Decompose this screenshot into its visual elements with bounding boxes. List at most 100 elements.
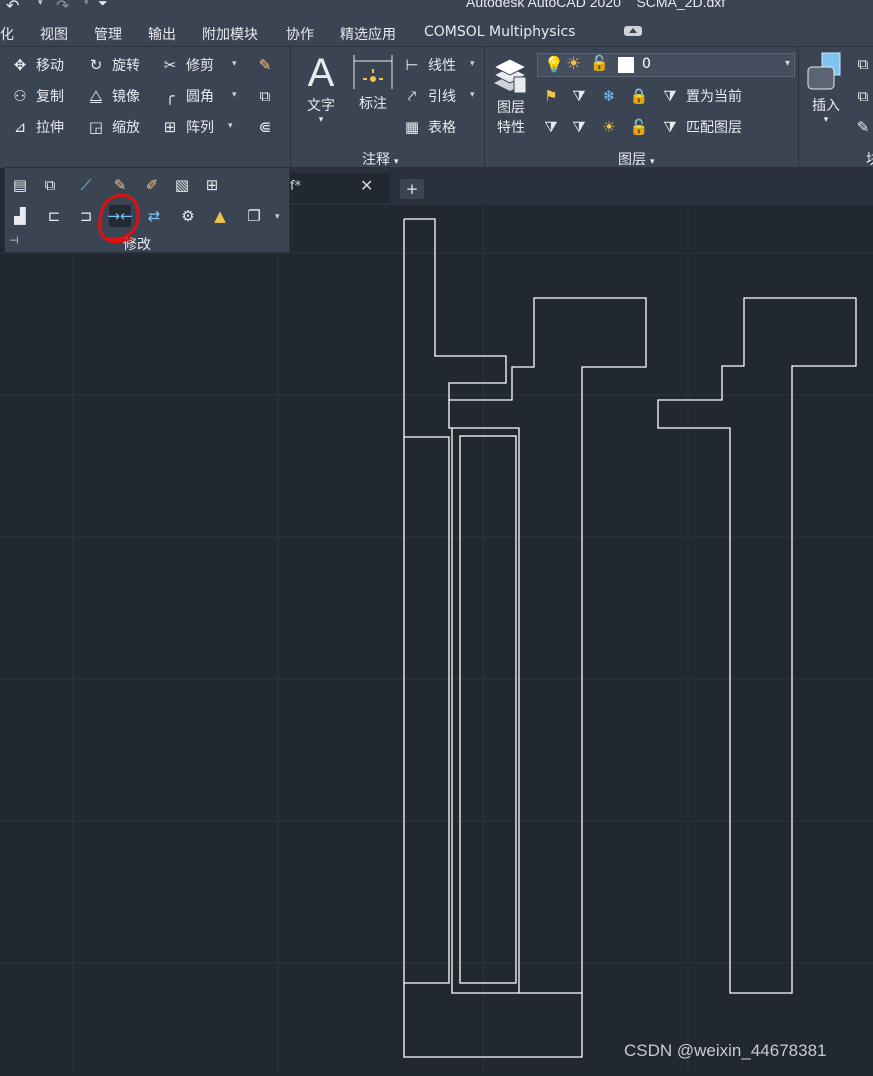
tab-comsol[interactable]: COMSOL Multiphysics (424, 24, 575, 40)
tab-view[interactable]: 视图 (40, 24, 68, 44)
layer-merge-icon[interactable]: ⧩ (568, 116, 590, 138)
move-button[interactable]: ✥ 移动 (10, 53, 64, 77)
panel-separator (798, 47, 799, 168)
scale-label: 缩放 (112, 120, 140, 136)
set-current-button[interactable]: ⧩ 置为当前 (660, 84, 742, 108)
panel-separator (484, 47, 485, 168)
stretch-label: 拉伸 (36, 120, 64, 136)
trim-dropdown-icon[interactable]: ▾ (232, 59, 237, 69)
redo-dropdown-icon[interactable]: ▾ (84, 0, 89, 8)
layers-panel-title[interactable]: 图层 ▾ (618, 149, 655, 169)
copy-label: 复制 (36, 89, 64, 105)
offset-icon[interactable]: ⋐ (254, 116, 276, 138)
layer-walk-icon[interactable]: ⧩ (540, 116, 562, 138)
edit-block-icon[interactable]: ⧉ (852, 85, 873, 107)
insert-button[interactable]: 插入 ▾ (804, 51, 848, 125)
undo-dropdown-icon[interactable]: ▾ (38, 0, 43, 8)
hatch-edit-icon[interactable]: ▧ (171, 174, 193, 196)
mirror-button[interactable]: ⧋ 镜像 (86, 84, 140, 108)
inner-slot (459, 435, 517, 984)
current-layer-name: 0 (642, 56, 651, 72)
ribbon-minimize-icon[interactable] (624, 26, 642, 36)
title-bar: ↶ ▾ ↷ ▾ ⏷ Autodesk AutoCAD 2020 SCMA_2D.… (0, 0, 873, 18)
layer-unlock-all-icon[interactable]: 🔓 (628, 116, 650, 138)
fillet-dropdown-icon[interactable]: ▾ (232, 90, 237, 100)
drawing-canvas[interactable] (0, 205, 873, 1072)
match-layer-button[interactable]: ⧩ 匹配图层 (660, 115, 742, 139)
document-tab[interactable]: f* ✕ (290, 173, 390, 203)
tab-output[interactable]: 输出 (148, 24, 176, 44)
scale-button[interactable]: ◲ 缩放 (86, 115, 140, 139)
edit-polyline-icon[interactable]: ⧉ (39, 174, 61, 196)
tab-addins[interactable]: 附加模块 (202, 24, 258, 44)
layer-off-icon[interactable]: ⚑ (540, 85, 562, 107)
layer-thaw-icon[interactable]: ☀ (566, 54, 581, 74)
set-current-icon: ⧩ (663, 87, 677, 105)
tab-featured-apps[interactable]: 精选应用 (340, 24, 396, 44)
annotation-expand-icon: ▾ (394, 157, 399, 167)
table-button[interactable]: ▦ 表格 (402, 115, 456, 139)
stretch-button[interactable]: ⊿ 拉伸 (10, 115, 64, 139)
layer-thaw-all-icon[interactable]: ☀ (598, 116, 620, 138)
text-dropdown-icon[interactable]: ▾ (300, 115, 342, 125)
break-at-point-icon[interactable]: ⊏ (43, 205, 65, 227)
text-button[interactable]: A 文字 ▾ (300, 51, 342, 125)
draw-order-icon[interactable]: ▟ (9, 205, 31, 227)
edit-hatch-icon[interactable]: ▤ (9, 174, 31, 196)
layer-lock-icon[interactable]: 🔒 (628, 85, 650, 107)
copy-button[interactable]: ⚇ 复制 (10, 84, 64, 108)
close-icon[interactable]: ✕ (360, 176, 373, 195)
reverse-icon[interactable]: ⇄ (143, 205, 165, 227)
scale-icon: ◲ (88, 118, 104, 136)
bring-to-front-icon[interactable]: ❐ (243, 205, 265, 227)
erase-icon[interactable]: ✎ (254, 54, 276, 76)
left-column-outline (404, 436, 450, 984)
layer-freeze-icon[interactable]: ❄ (598, 85, 620, 107)
pin-icon[interactable]: ⊣ (9, 234, 19, 247)
edit-array-icon[interactable]: ⊞ (201, 174, 223, 196)
redo-icon[interactable]: ↷ (56, 0, 69, 15)
app-title: Autodesk AutoCAD 2020 SCMA_2D.dxf (466, 0, 726, 10)
overkill-icon[interactable]: ▲ (209, 205, 231, 227)
explode-icon[interactable]: ⧉ (254, 85, 276, 107)
insert-dropdown-icon[interactable]: ▾ (804, 115, 848, 125)
array-dropdown-icon[interactable]: ▾ (228, 121, 233, 131)
dimension-icon (350, 53, 396, 93)
layer-dropdown[interactable]: 💡 ☀ 🔓 0 ▾ (537, 53, 795, 77)
drawing-svg (0, 205, 873, 1072)
leader-dropdown-icon[interactable]: ▾ (470, 90, 475, 100)
dimension-button[interactable]: 标注 (350, 53, 396, 113)
tab-parametric[interactable]: 化 (0, 24, 14, 44)
block-panel-title[interactable]: 块 (866, 149, 873, 169)
layer-isolate-icon[interactable]: ⧩ (568, 85, 590, 107)
document-tab-label: f* (290, 179, 302, 194)
linear-button[interactable]: ⊢ 线性 (402, 53, 456, 77)
layer-on-icon[interactable]: 💡 (544, 55, 564, 74)
fillet-button[interactable]: ╭ 圆角 (160, 84, 214, 108)
new-tab-button[interactable]: + (400, 179, 424, 199)
undo-icon[interactable]: ↶ (6, 0, 19, 15)
layer-properties-button[interactable]: 图层 特性 (488, 53, 534, 137)
text-label: 文字 (307, 98, 335, 114)
ribbon: ✥ 移动 ↻ 旋转 ✂ 修剪 ▾ ✎ ⚇ 复制 ⧋ 镜像 ╭ 圆角 ▾ ⧉ ⊿ … (0, 46, 873, 168)
insert-label: 插入 (812, 98, 840, 114)
insert-block-icon (804, 51, 848, 95)
leader-button[interactable]: ⤤ 引线 (402, 84, 456, 108)
annotation-panel-title[interactable]: 注释 ▾ (362, 149, 399, 169)
edit-attributes-icon[interactable]: ✎ (852, 116, 873, 138)
layer-unlock-icon[interactable]: 🔓 (590, 54, 609, 72)
watermark: CSDN @weixin_44678381 (624, 1041, 827, 1060)
copy-properties-icon[interactable]: ⚙ (177, 205, 199, 227)
grid (0, 205, 873, 1072)
tab-manage[interactable]: 管理 (94, 24, 122, 44)
draw-order-dropdown-icon[interactable]: ▾ (275, 212, 280, 222)
create-block-icon[interactable]: ⧉ (852, 53, 873, 75)
dimension-label: 标注 (359, 96, 387, 112)
linear-dropdown-icon[interactable]: ▾ (470, 59, 475, 69)
quick-access-customize-icon[interactable]: ⏷ (98, 0, 108, 11)
trim-button[interactable]: ✂ 修剪 (160, 53, 214, 77)
tab-collaborate[interactable]: 协作 (286, 24, 314, 44)
annotation-title-label: 注释 (362, 152, 390, 168)
rotate-button[interactable]: ↻ 旋转 (86, 53, 140, 77)
array-button[interactable]: ⊞ 阵列 (160, 115, 214, 139)
